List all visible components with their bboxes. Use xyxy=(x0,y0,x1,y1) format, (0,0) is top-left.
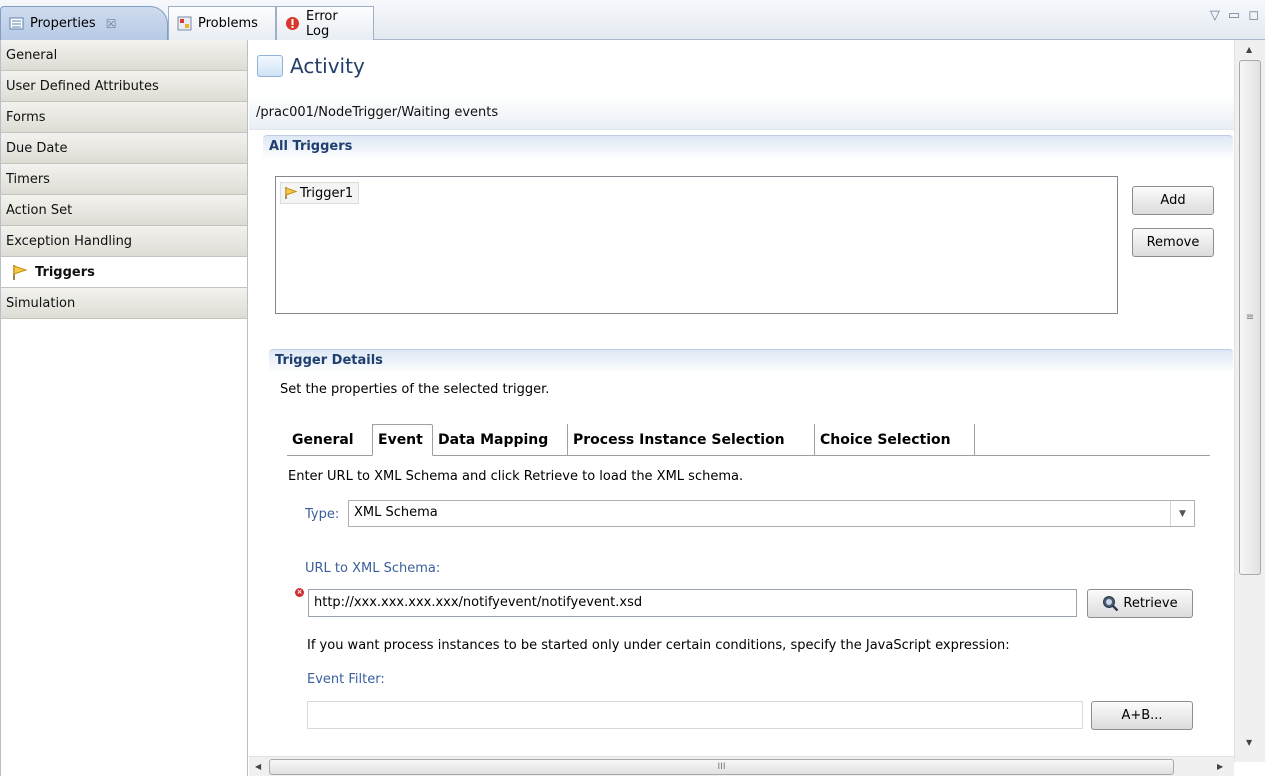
view-controls: ▽ ▭ ◻ xyxy=(1210,8,1259,23)
properties-icon xyxy=(9,17,24,30)
title-bar: Activity xyxy=(249,40,1234,96)
sidebar-item-general[interactable]: General xyxy=(1,40,247,71)
sidebar-item-action-set[interactable]: Action Set xyxy=(1,195,247,226)
tab-error-log[interactable]: Error Log xyxy=(276,6,374,40)
error-icon: × xyxy=(295,588,304,597)
url-input-value: http://xxx.xxx.xxx.xxx/notifyevent/notif… xyxy=(314,595,643,610)
sidebar-item-user-defined-attributes[interactable]: User Defined Attributes xyxy=(1,71,247,102)
sidebar-item-label: User Defined Attributes xyxy=(6,78,159,94)
scroll-right-icon[interactable]: ▶ xyxy=(1217,762,1223,771)
view-tab-bar: Properties ☒ Problems Error Log ▽ ▭ ◻ xyxy=(0,0,1265,40)
type-select-value: XML Schema xyxy=(354,505,438,520)
scroll-down-icon[interactable]: ▼ xyxy=(1246,738,1252,747)
remove-button[interactable]: Remove xyxy=(1132,228,1214,257)
section-list: General User Defined Attributes Forms Du… xyxy=(0,40,248,776)
trigger-details-description: Set the properties of the selected trigg… xyxy=(280,382,550,397)
tab-general[interactable]: General xyxy=(287,424,373,456)
horizontal-scrollbar[interactable]: ◀ III ▶ xyxy=(249,756,1234,776)
event-instruction: Enter URL to XML Schema and click Retrie… xyxy=(288,469,744,484)
event-filter-label: Event Filter: xyxy=(307,672,385,687)
vertical-scroll-thumb[interactable]: ≡ xyxy=(1239,60,1261,575)
sidebar-item-label: Simulation xyxy=(6,295,76,311)
activity-icon xyxy=(257,55,283,77)
all-triggers-heading: All Triggers xyxy=(263,135,1233,159)
scroll-up-icon[interactable]: ▲ xyxy=(1246,45,1252,54)
view-menu-icon[interactable]: ▽ xyxy=(1210,8,1220,23)
sidebar-item-exception-handling[interactable]: Exception Handling xyxy=(1,226,247,257)
vertical-scrollbar[interactable]: ▲ ≡ ▼ xyxy=(1234,40,1265,762)
sidebar-item-simulation[interactable]: Simulation xyxy=(1,288,247,319)
tab-data-mapping[interactable]: Data Mapping xyxy=(433,424,568,456)
sidebar-item-label: Action Set xyxy=(6,202,73,218)
error-log-icon xyxy=(285,17,299,30)
scroll-left-icon[interactable]: ◀ xyxy=(255,762,261,771)
sidebar-item-label: Triggers xyxy=(35,264,95,280)
trigger-tabs: General Event Data Mapping Process Insta… xyxy=(287,424,1210,456)
tab-choice-selection[interactable]: Choice Selection xyxy=(815,424,975,456)
minimize-icon[interactable]: ▭ xyxy=(1228,8,1240,23)
close-icon[interactable]: ☒ xyxy=(106,17,117,31)
tab-problems[interactable]: Problems xyxy=(168,6,276,40)
sidebar-item-label: Timers xyxy=(6,171,50,187)
sidebar-item-label: Exception Handling xyxy=(6,233,133,249)
tab-process-instance-selection[interactable]: Process Instance Selection xyxy=(568,424,815,456)
expression-editor-button[interactable]: A+B... xyxy=(1091,701,1193,730)
chevron-down-icon[interactable]: ▼ xyxy=(1170,501,1194,526)
retrieve-button[interactable]: Retrieve xyxy=(1087,589,1193,618)
page-title: Activity xyxy=(290,54,365,78)
tab-properties[interactable]: Properties ☒ xyxy=(0,6,168,40)
horizontal-scroll-thumb[interactable]: III xyxy=(269,759,1174,775)
tab-label: Error Log xyxy=(305,8,338,39)
url-label: URL to XML Schema: xyxy=(305,561,441,576)
breadcrumb-path: /prac001/NodeTrigger/Waiting events xyxy=(256,105,499,120)
sidebar-item-due-date[interactable]: Due Date xyxy=(1,133,247,164)
trigger-details-heading: Trigger Details xyxy=(269,349,1233,373)
problems-icon xyxy=(177,16,192,31)
add-button[interactable]: Add xyxy=(1132,186,1214,215)
type-select[interactable]: XML Schema ▼ xyxy=(348,500,1195,527)
section-title: Trigger Details xyxy=(275,353,383,368)
properties-main: Activity /prac001/NodeTrigger/Waiting ev… xyxy=(249,40,1234,762)
retrieve-label: Retrieve xyxy=(1123,596,1178,611)
triggers-list[interactable]: Trigger1 xyxy=(275,176,1118,314)
sidebar-item-label: General xyxy=(6,47,58,63)
url-input[interactable]: http://xxx.xxx.xxx.xxx/notifyevent/notif… xyxy=(308,589,1077,617)
breadcrumb: /prac001/NodeTrigger/Waiting events xyxy=(249,96,1234,130)
tab-label: Problems xyxy=(198,16,258,31)
list-item[interactable]: Trigger1 xyxy=(280,182,360,204)
section-title: All Triggers xyxy=(269,139,353,154)
sidebar-item-label: Due Date xyxy=(6,140,68,156)
filter-hint: If you want process instances to be star… xyxy=(307,638,1010,653)
trigger-flag-icon xyxy=(285,187,298,199)
tab-event[interactable]: Event xyxy=(372,424,433,456)
sidebar-item-timers[interactable]: Timers xyxy=(1,164,247,195)
type-label: Type: xyxy=(305,507,340,522)
sidebar-item-label: Forms xyxy=(6,109,46,125)
maximize-icon[interactable]: ◻ xyxy=(1248,8,1259,23)
sidebar-item-forms[interactable]: Forms xyxy=(1,102,247,133)
list-item-label: Trigger1 xyxy=(300,185,354,201)
event-filter-input[interactable] xyxy=(307,701,1083,729)
search-icon xyxy=(1103,596,1119,612)
tab-label: Properties xyxy=(30,16,96,31)
trigger-flag-icon xyxy=(13,265,28,280)
sidebar-item-triggers[interactable]: Triggers xyxy=(1,257,247,288)
